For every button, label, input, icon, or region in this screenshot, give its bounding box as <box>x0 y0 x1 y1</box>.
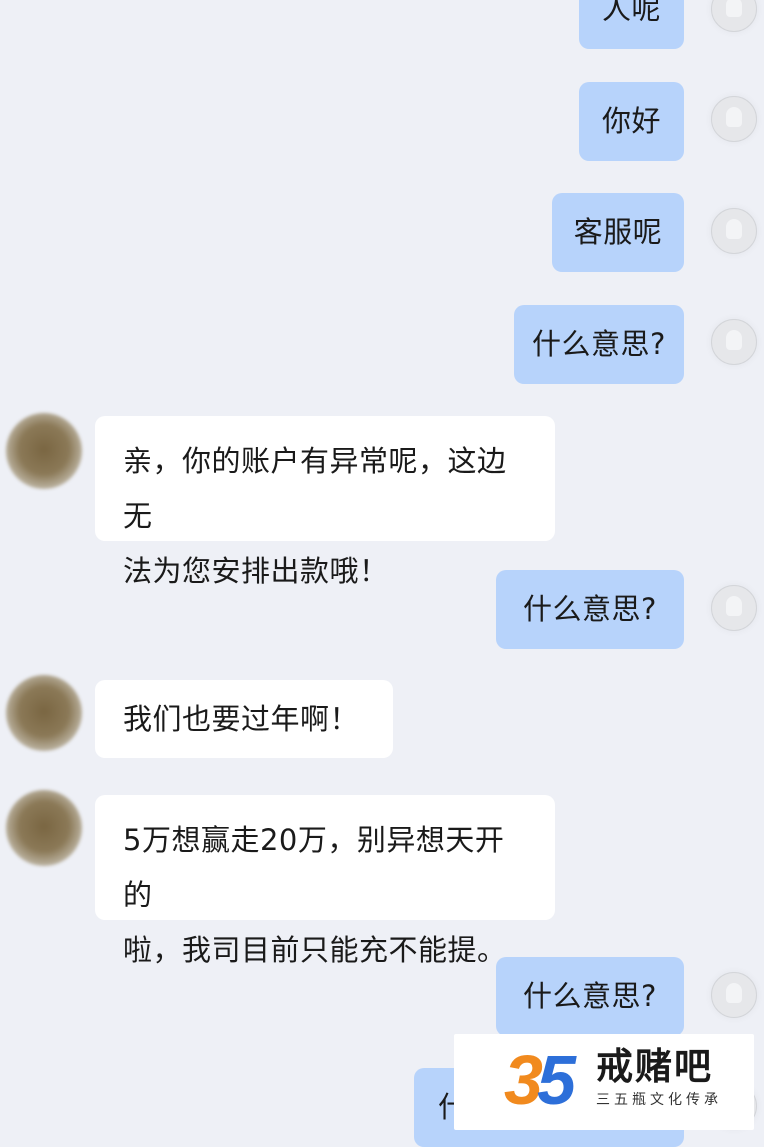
outgoing-message[interactable]: 你好 <box>579 82 684 161</box>
incoming-message[interactable]: 亲，你的账户有异常呢，这边无 法为您安排出款哦！ <box>95 416 555 588</box>
outgoing-message[interactable]: 人呢 <box>579 0 684 49</box>
watermark-title: 戒赌吧 <box>596 1045 713 1088</box>
incoming-message[interactable]: 5万想赢走20万，别异想天开的 啦，我司目前只能充不能提。 <box>95 795 555 967</box>
watermark-logo: 35 戒赌吧 三五瓶文化传承 <box>454 1034 754 1130</box>
self-avatar[interactable] <box>711 585 757 631</box>
logo-35-mark: 35 <box>504 1041 576 1119</box>
watermark-subtitle: 三五瓶文化传承 <box>596 1092 722 1108</box>
incoming-message[interactable]: 我们也要过年啊！ <box>95 680 393 758</box>
contact-avatar[interactable] <box>6 675 82 751</box>
self-avatar[interactable] <box>711 96 757 142</box>
self-avatar[interactable] <box>711 0 757 32</box>
self-avatar[interactable] <box>711 972 757 1018</box>
contact-avatar[interactable] <box>6 790 82 866</box>
outgoing-message[interactable]: 什么意思? <box>496 957 684 1036</box>
self-avatar[interactable] <box>711 319 757 365</box>
self-avatar[interactable] <box>711 208 757 254</box>
contact-avatar[interactable] <box>6 413 82 489</box>
outgoing-message[interactable]: 什么意思? <box>496 570 684 649</box>
chat-transcript: 人呢 你好 客服呢 什么意思? 亲，你的账户有异常呢，这边无 法为您安排出款哦！… <box>0 0 764 1147</box>
outgoing-message[interactable]: 客服呢 <box>552 193 684 272</box>
outgoing-message[interactable]: 什么意思? <box>514 305 684 384</box>
